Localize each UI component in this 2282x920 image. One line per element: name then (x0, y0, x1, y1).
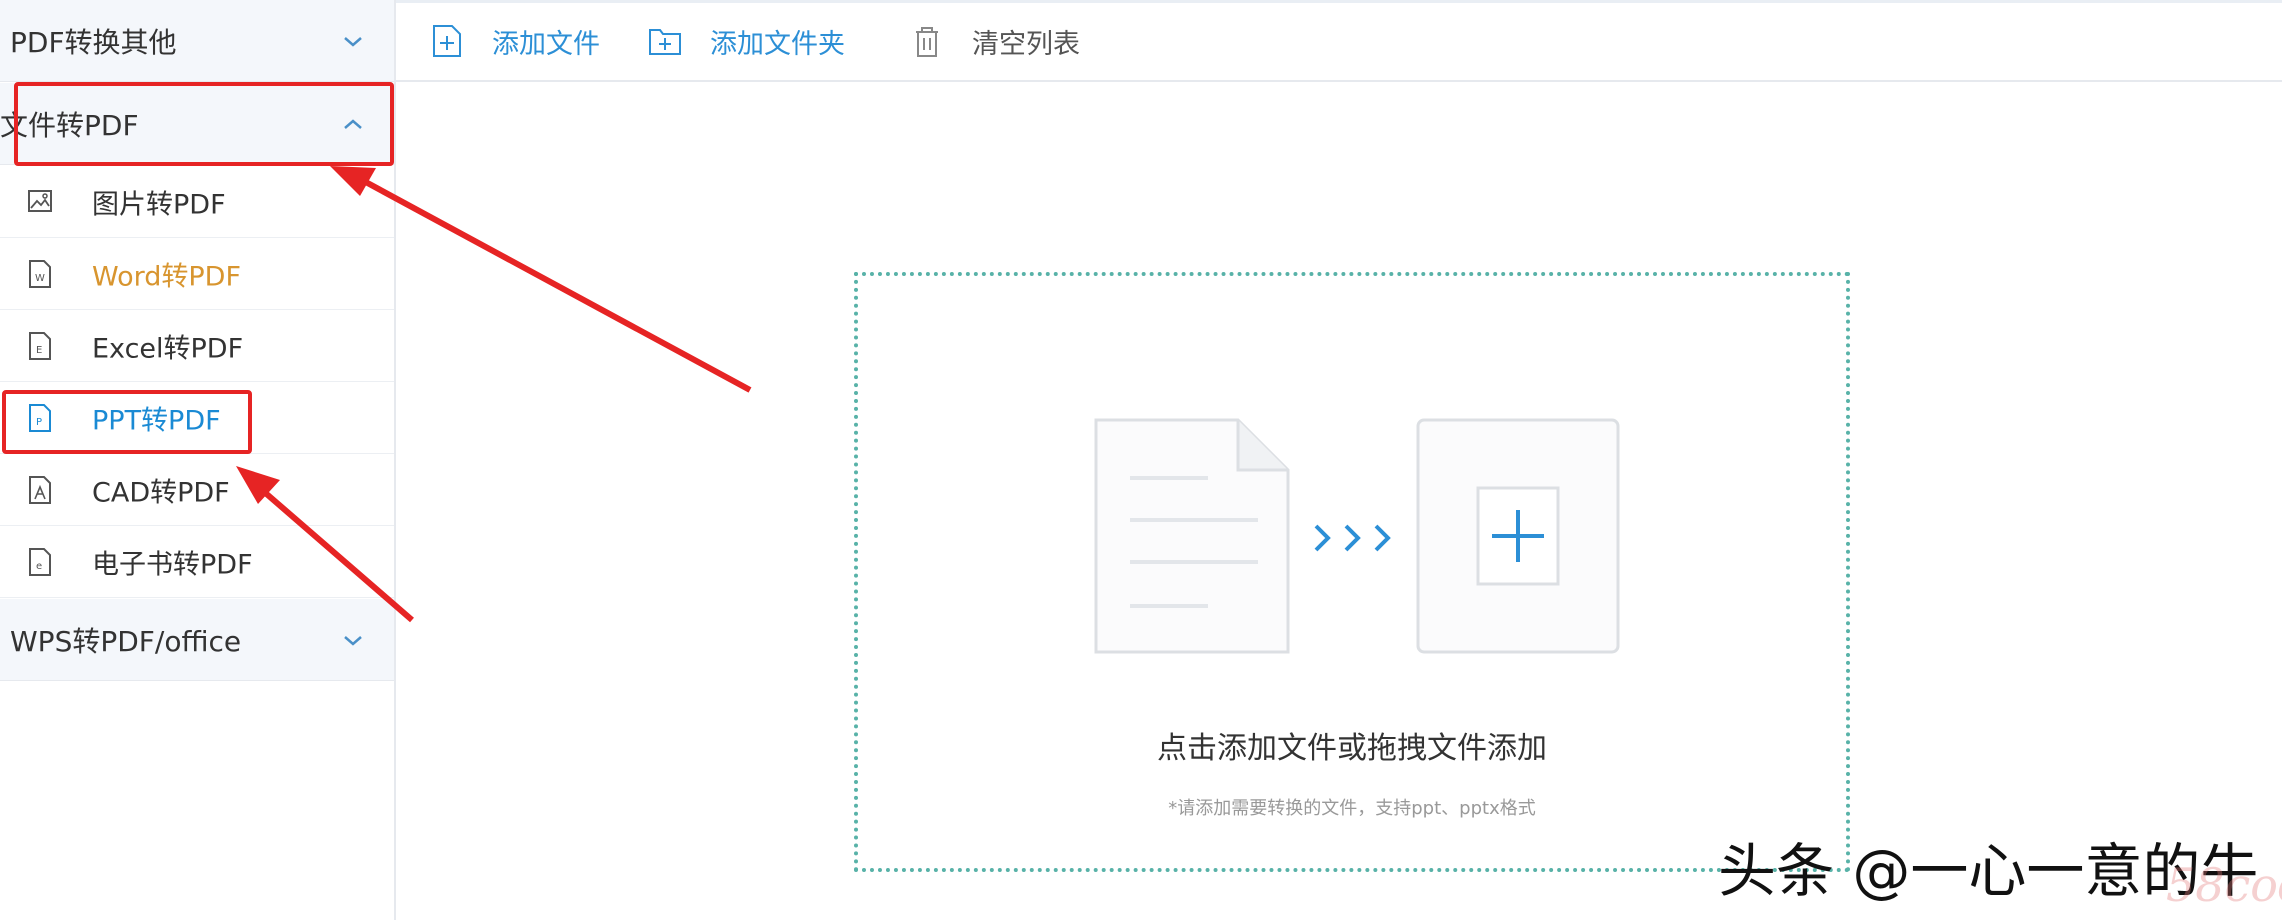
annotation-arrow (260, 487, 414, 623)
annotation-arrow (360, 177, 752, 393)
watermark-site: 58codes (2166, 858, 2282, 912)
annotation-arrows (236, 166, 752, 623)
